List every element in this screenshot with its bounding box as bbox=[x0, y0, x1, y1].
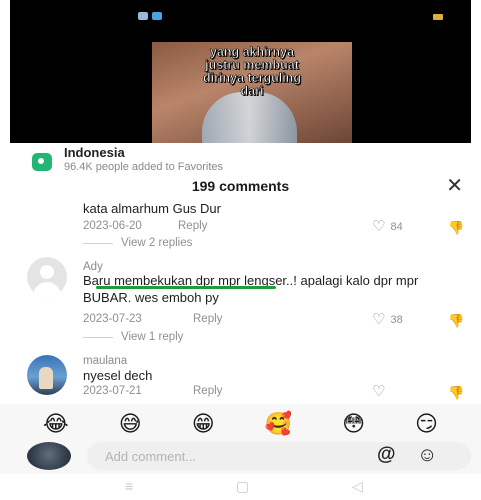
view-replies-button[interactable]: View 2 replies bbox=[83, 237, 192, 249]
bottle-image bbox=[202, 92, 297, 143]
avatar[interactable] bbox=[27, 257, 67, 297]
video-player[interactable]: yang akhirnya justru membuat dirinya ter… bbox=[10, 0, 471, 143]
home-icon[interactable]: ▢ bbox=[236, 478, 249, 495]
like-button[interactable]: ♡ 38 bbox=[372, 311, 403, 328]
view-replies-label: View 2 replies bbox=[121, 237, 193, 249]
comment-meta: 2023-07-23 Reply bbox=[83, 313, 222, 325]
view-replies-label: View 1 reply bbox=[121, 331, 184, 343]
emoji-picker-icon[interactable]: ☺ bbox=[417, 444, 437, 467]
comment-date: 2023-07-21 bbox=[83, 385, 142, 397]
divider-line bbox=[83, 336, 113, 338]
sound-info[interactable]: Indonesia 96.4K people added to Favorite… bbox=[32, 145, 223, 173]
avatar[interactable] bbox=[27, 355, 67, 395]
comment-text: kata almarhum Gus Dur bbox=[83, 201, 221, 216]
heart-icon: ♡ bbox=[372, 383, 386, 400]
video-caption: yang akhirnya justru membuat dirinya ter… bbox=[152, 45, 352, 98]
like-button[interactable]: ♡ 84 bbox=[372, 218, 403, 235]
reply-button[interactable]: Reply bbox=[178, 220, 207, 232]
battery-icon bbox=[433, 14, 443, 20]
avatar-figure bbox=[39, 367, 53, 389]
comment-author[interactable]: maulana bbox=[83, 355, 127, 367]
comments-count-title: 199 comments bbox=[191, 178, 290, 194]
back-icon[interactable]: ◁ bbox=[352, 478, 363, 495]
highlight-underline bbox=[96, 286, 276, 289]
emoji-smiling-hearts[interactable]: 🥰 bbox=[265, 412, 292, 436]
heart-icon: ♡ bbox=[372, 311, 386, 328]
dislike-icon[interactable]: 👎 bbox=[448, 220, 464, 236]
system-nav-bar: ≡ ▢ ◁ bbox=[0, 474, 481, 500]
my-avatar bbox=[27, 442, 71, 470]
close-icon[interactable]: ✕ bbox=[446, 176, 463, 196]
video-frame: yang akhirnya justru membuat dirinya ter… bbox=[152, 42, 352, 143]
dislike-icon[interactable]: 👎 bbox=[448, 385, 464, 401]
emoji-flushed[interactable]: 😳 bbox=[342, 412, 365, 436]
reply-button[interactable]: Reply bbox=[193, 385, 222, 397]
comment-input-box[interactable]: @ ☺ bbox=[87, 442, 471, 470]
favorites-count: 96.4K people added to Favorites bbox=[64, 161, 224, 173]
comment-text: nyesel dech bbox=[83, 368, 153, 383]
emoji-tears-of-joy[interactable]: 😂 bbox=[43, 412, 69, 436]
sound-title: Indonesia bbox=[64, 145, 125, 160]
reply-button[interactable]: Reply bbox=[193, 313, 222, 325]
emoji-smirk[interactable]: 😏 bbox=[415, 412, 438, 436]
like-count: 38 bbox=[390, 314, 403, 326]
comment-input[interactable] bbox=[105, 446, 355, 466]
like-count: 84 bbox=[390, 221, 403, 233]
caption-line: dari bbox=[240, 84, 264, 98]
mention-button[interactable]: @ bbox=[377, 444, 396, 466]
like-button[interactable]: ♡ bbox=[372, 383, 386, 400]
comment-date: 2023-07-23 bbox=[83, 313, 142, 325]
emoji-sweat-smile[interactable]: 😅 bbox=[119, 412, 142, 436]
view-replies-button[interactable]: View 1 reply bbox=[83, 331, 183, 343]
divider-line bbox=[83, 242, 113, 244]
location-pin-icon bbox=[32, 153, 52, 171]
emoji-grin[interactable]: 😁 bbox=[192, 412, 215, 436]
comment-date: 2023-06-20 bbox=[83, 220, 142, 232]
comment-text: Baru membekukan dpr mpr lengser..! apala… bbox=[83, 273, 419, 305]
comment-meta: 2023-07-21 Reply bbox=[83, 385, 222, 397]
menu-icon[interactable]: ≡ bbox=[125, 478, 133, 494]
comment-meta: 2023-06-20 Reply bbox=[83, 220, 207, 232]
comment-composer: @ ☺ bbox=[0, 438, 481, 474]
dislike-icon[interactable]: 👎 bbox=[448, 313, 464, 329]
status-icons bbox=[138, 12, 162, 20]
heart-icon: ♡ bbox=[372, 218, 386, 235]
